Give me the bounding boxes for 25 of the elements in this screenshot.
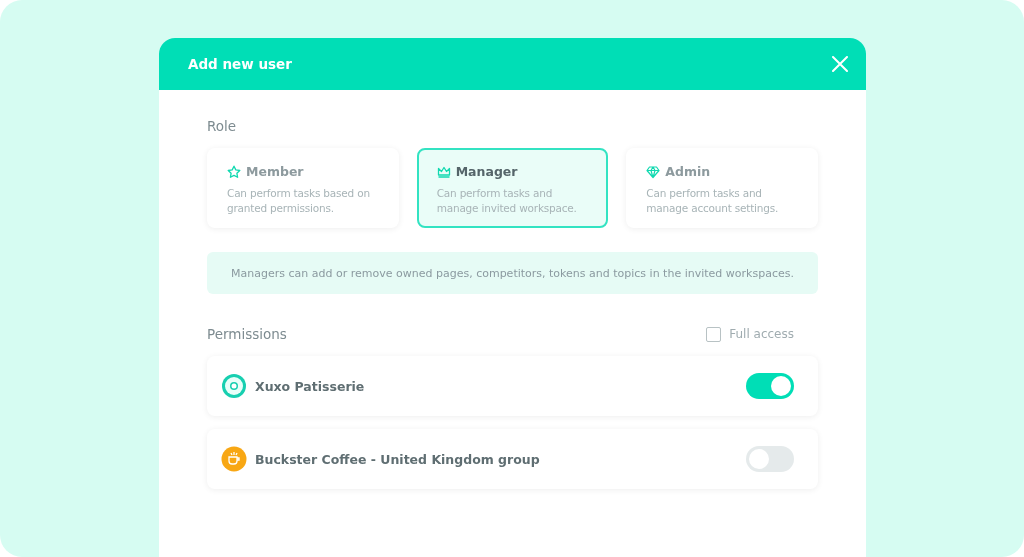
toggle-switch[interactable] (746, 446, 794, 472)
role-description: Can perform tasks and manage invited workspace. (436, 186, 578, 216)
donut-avatar-icon (221, 373, 247, 399)
role-name: Member (246, 164, 304, 179)
role-label: Role (207, 118, 238, 134)
role-description: Can perform tasks and manage account settings. (646, 186, 780, 216)
role-name: Admin (665, 164, 711, 179)
crown-icon (436, 164, 451, 179)
info-banner: Managers can add or remove owned pages, competitors, tokens and topics in the invited workspaces. (207, 252, 818, 294)
role-card[interactable]: Admin Can perform tasks and manage account settings. (626, 148, 818, 228)
coffee-avatar-icon (221, 446, 247, 472)
workspace-name: Xuxo Patisserie (255, 378, 366, 394)
diamond-icon (646, 164, 661, 179)
dialog-title: Add new user (188, 56, 292, 72)
toggle-switch[interactable] (746, 373, 794, 399)
full-access-label: Full access (729, 327, 794, 341)
role-card[interactable]: Member Can perform tasks based on granted permissions. (207, 148, 399, 228)
role-card[interactable]: Manager Can perform tasks and manage invited workspace. (416, 148, 609, 228)
workspace-name: Buckster Coffee - United Kingdom group (255, 451, 541, 467)
star-icon (227, 164, 241, 179)
role-description: Can perform tasks based on granted permissions. (227, 186, 371, 216)
role-name: Manager (455, 164, 518, 179)
full-access-checkbox[interactable] (706, 326, 722, 342)
close-icon[interactable] (832, 56, 848, 72)
permissions-label: Permissions (207, 326, 287, 342)
